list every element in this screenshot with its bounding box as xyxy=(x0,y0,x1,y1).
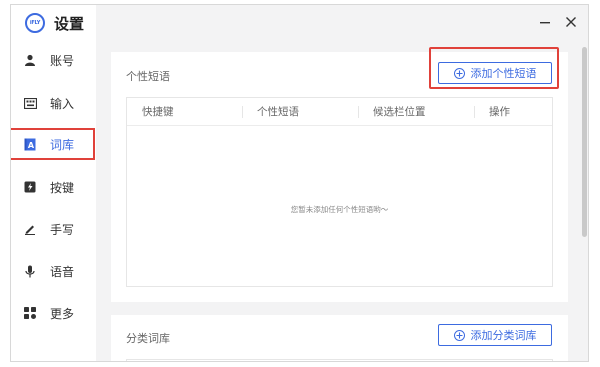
phrases-title: 个性短语 xyxy=(126,70,170,83)
add-category-label: 添加分类词库 xyxy=(470,329,537,342)
sidebar-item-label: 语音 xyxy=(50,264,75,279)
sidebar-item-label: 更多 xyxy=(50,306,75,321)
settings-window: iFLY 设置 账号 输入 A 词库 按键 手写 语音 更多 个性短语 添加个性… xyxy=(10,4,589,362)
sidebar-item-account[interactable]: 账号 xyxy=(23,46,83,74)
sidebar: iFLY 设置 账号 输入 A 词库 按键 手写 语音 更多 xyxy=(11,5,96,361)
minimize-button[interactable] xyxy=(536,13,554,31)
title-bar xyxy=(96,5,588,41)
phrases-table: 快捷键 个性短语 候选栏位置 操作 您暂未添加任何个性短语哟～ xyxy=(126,97,553,287)
dictionary-icon: A xyxy=(23,137,37,151)
table-header: 快捷键 个性短语 候选栏位置 操作 xyxy=(127,98,552,126)
phrases-panel: 个性短语 添加个性短语 快捷键 个性短语 候选栏位置 操作 您暂未添加任何个性短… xyxy=(111,47,568,302)
close-button[interactable] xyxy=(562,13,580,31)
sidebar-item-dictionary[interactable]: A 词库 xyxy=(11,128,95,160)
sidebar-item-label: 词库 xyxy=(50,137,75,152)
sidebar-item-more[interactable]: 更多 xyxy=(23,299,83,327)
microphone-icon xyxy=(23,264,37,278)
sidebar-item-keys[interactable]: 按键 xyxy=(23,173,83,201)
grid-icon xyxy=(23,306,37,320)
brand: iFLY 设置 xyxy=(25,11,84,35)
app-logo: iFLY xyxy=(25,13,45,33)
sidebar-item-label: 账号 xyxy=(50,53,75,68)
main-content: 个性短语 添加个性短语 快捷键 个性短语 候选栏位置 操作 您暂未添加任何个性短… xyxy=(96,5,588,361)
column-header-action: 操作 xyxy=(474,98,552,125)
key-icon xyxy=(23,180,37,194)
user-icon xyxy=(23,53,37,67)
sidebar-item-label: 输入 xyxy=(50,96,75,111)
column-header-position: 候选栏位置 xyxy=(358,98,474,125)
sidebar-item-input[interactable]: 输入 xyxy=(23,89,83,117)
categories-panel: 分类词库 添加分类词库 xyxy=(111,315,568,361)
scrollbar[interactable] xyxy=(582,47,587,237)
sidebar-item-handwriting[interactable]: 手写 xyxy=(23,215,83,243)
highlight-box xyxy=(429,47,559,89)
column-header-phrase: 个性短语 xyxy=(242,98,358,125)
close-icon xyxy=(566,17,576,27)
categories-title: 分类词库 xyxy=(126,332,170,345)
app-title: 设置 xyxy=(54,14,85,33)
keyboard-icon xyxy=(23,96,37,110)
pen-icon xyxy=(23,222,37,236)
column-header-shortcut: 快捷键 xyxy=(142,106,174,118)
sidebar-item-voice[interactable]: 语音 xyxy=(23,257,83,285)
svg-text:A: A xyxy=(28,141,35,150)
empty-state-text: 您暂未添加任何个性短语哟～ xyxy=(290,205,389,214)
add-category-button[interactable]: 添加分类词库 xyxy=(438,324,552,346)
plus-circle-icon xyxy=(453,329,465,341)
sidebar-item-label: 按键 xyxy=(50,180,75,195)
sidebar-item-label: 手写 xyxy=(50,222,75,237)
minimize-icon xyxy=(540,22,550,24)
categories-table xyxy=(126,359,553,361)
